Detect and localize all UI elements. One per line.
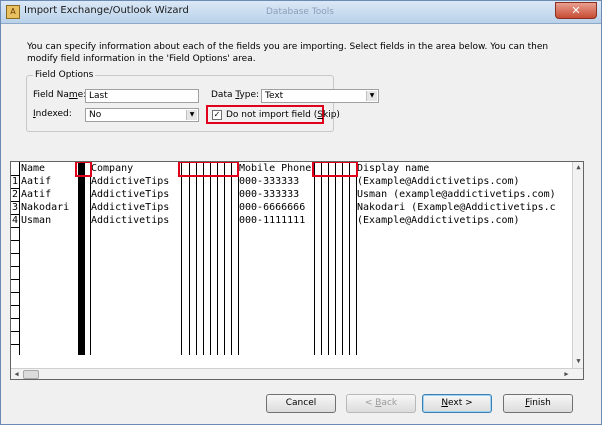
column-divider bbox=[19, 162, 20, 355]
row-number: 1 bbox=[12, 176, 19, 187]
cell-company: AddictiveTips bbox=[91, 189, 170, 200]
column-highlight-last bbox=[75, 162, 92, 177]
background-ribbon-label: Database Tools bbox=[266, 7, 334, 17]
row-divider bbox=[11, 305, 19, 306]
column-divider bbox=[189, 162, 190, 355]
column-header-name[interactable]: Name bbox=[21, 162, 45, 175]
row-number: 2 bbox=[12, 189, 19, 200]
cell-display-name: Usman (example@addictivetips.com) bbox=[357, 189, 556, 200]
cell-mobile-phone: 000-1111111 bbox=[239, 215, 306, 226]
cell-name: Usman bbox=[21, 215, 52, 226]
field-options-group: Field Options Field Name: Last Data Type… bbox=[26, 70, 379, 132]
chevron-down-icon[interactable]: ▼ bbox=[186, 110, 197, 120]
indexed-value: No bbox=[89, 110, 102, 120]
column-divider bbox=[203, 162, 204, 355]
cell-company: AddictiveTips bbox=[91, 202, 170, 213]
row-divider bbox=[11, 279, 19, 280]
column-divider bbox=[314, 162, 315, 355]
row-divider bbox=[11, 331, 19, 332]
access-icon: A bbox=[6, 5, 20, 19]
close-button[interactable]: ✕ bbox=[555, 2, 597, 19]
data-type-value: Text bbox=[265, 91, 284, 101]
cell-name: Nakodari bbox=[21, 202, 70, 213]
column-divider bbox=[196, 162, 197, 355]
back-button[interactable]: < Back bbox=[346, 394, 416, 413]
arrow-down-icon[interactable]: ▼ bbox=[573, 356, 583, 367]
cell-name: Aatif bbox=[21, 189, 52, 200]
cell-company: Addictivetips bbox=[91, 215, 170, 226]
row-divider bbox=[11, 227, 19, 228]
chevron-down-icon[interactable]: ▼ bbox=[366, 91, 377, 101]
column-divider bbox=[224, 162, 225, 355]
column-header-mobile-phone[interactable]: Mobile Phone bbox=[239, 162, 311, 175]
arrow-left-icon[interactable]: ◀ bbox=[11, 369, 22, 379]
field-grid[interactable]: Name Company Mobile Phone Display name 1… bbox=[10, 161, 584, 380]
cell-mobile-phone: 000-6666666 bbox=[239, 202, 306, 213]
wizard-window: A Import Exchange/Outlook Wizard Databas… bbox=[0, 0, 602, 425]
column-divider bbox=[321, 162, 322, 355]
cell-display-name: (Example@Addictivetips.com) bbox=[357, 215, 520, 226]
column-divider bbox=[231, 162, 232, 355]
column-divider bbox=[349, 162, 350, 355]
row-divider bbox=[11, 318, 19, 319]
indexed-select[interactable]: No ▼ bbox=[85, 108, 199, 122]
row-number: 3 bbox=[12, 202, 19, 213]
row-number: 4 bbox=[12, 215, 19, 226]
row-divider bbox=[11, 240, 19, 241]
column-highlight-address-fields bbox=[178, 162, 239, 177]
horizontal-scrollbar[interactable]: ◀ ▶ bbox=[11, 368, 583, 379]
arrow-right-icon[interactable]: ▶ bbox=[561, 369, 572, 379]
skip-checkbox[interactable]: ✓ bbox=[212, 110, 222, 120]
skip-checkbox-label[interactable]: Do not import field (Skip) bbox=[226, 110, 340, 120]
indexed-label: Indexed: bbox=[33, 109, 72, 119]
arrow-up-icon[interactable]: ▲ bbox=[573, 162, 583, 173]
selected-column-last[interactable] bbox=[78, 162, 85, 355]
skip-checkbox-highlight: ✓ Do not import field (Skip) bbox=[206, 105, 340, 124]
finish-button[interactable]: Finish bbox=[503, 394, 573, 413]
column-divider bbox=[335, 162, 336, 355]
column-divider bbox=[181, 162, 182, 355]
column-divider bbox=[342, 162, 343, 355]
field-options-legend: Field Options bbox=[33, 70, 96, 80]
vertical-scrollbar[interactable]: ▲ ▼ bbox=[572, 162, 583, 368]
column-divider bbox=[210, 162, 211, 355]
column-highlight-phone-fields bbox=[312, 162, 358, 177]
close-icon: ✕ bbox=[571, 4, 581, 17]
field-name-label: Field Name: bbox=[33, 90, 87, 100]
row-divider bbox=[11, 292, 19, 293]
check-icon: ✓ bbox=[213, 110, 221, 119]
title-bar[interactable]: A Import Exchange/Outlook Wizard Databas… bbox=[1, 1, 601, 24]
field-name-input[interactable]: Last bbox=[85, 89, 199, 103]
cell-display-name: (Example@Addictivetips.com) bbox=[357, 176, 520, 187]
row-divider bbox=[11, 253, 19, 254]
cell-display-name: Nakodari (Example@Addictivetips.c bbox=[357, 202, 556, 213]
description-text: You can specify information about each o… bbox=[27, 42, 549, 64]
horizontal-scroll-thumb[interactable] bbox=[23, 370, 39, 379]
column-divider bbox=[328, 162, 329, 355]
cancel-button[interactable]: Cancel bbox=[266, 394, 336, 413]
column-divider bbox=[217, 162, 218, 355]
next-button[interactable]: Next > bbox=[422, 394, 492, 413]
data-type-label: Data Type: bbox=[211, 90, 260, 100]
column-header-company[interactable]: Company bbox=[91, 162, 133, 175]
cell-name: Aatif bbox=[21, 176, 52, 187]
cell-mobile-phone: 000-333333 bbox=[239, 176, 300, 187]
window-title: Import Exchange/Outlook Wizard bbox=[24, 5, 189, 16]
row-divider bbox=[11, 266, 19, 267]
data-type-select[interactable]: Text ▼ bbox=[261, 89, 379, 103]
column-header-display-name[interactable]: Display name bbox=[357, 162, 429, 175]
row-divider bbox=[11, 344, 19, 345]
cell-company: AddictiveTips bbox=[91, 176, 170, 187]
cell-mobile-phone: 000-333333 bbox=[239, 189, 300, 200]
